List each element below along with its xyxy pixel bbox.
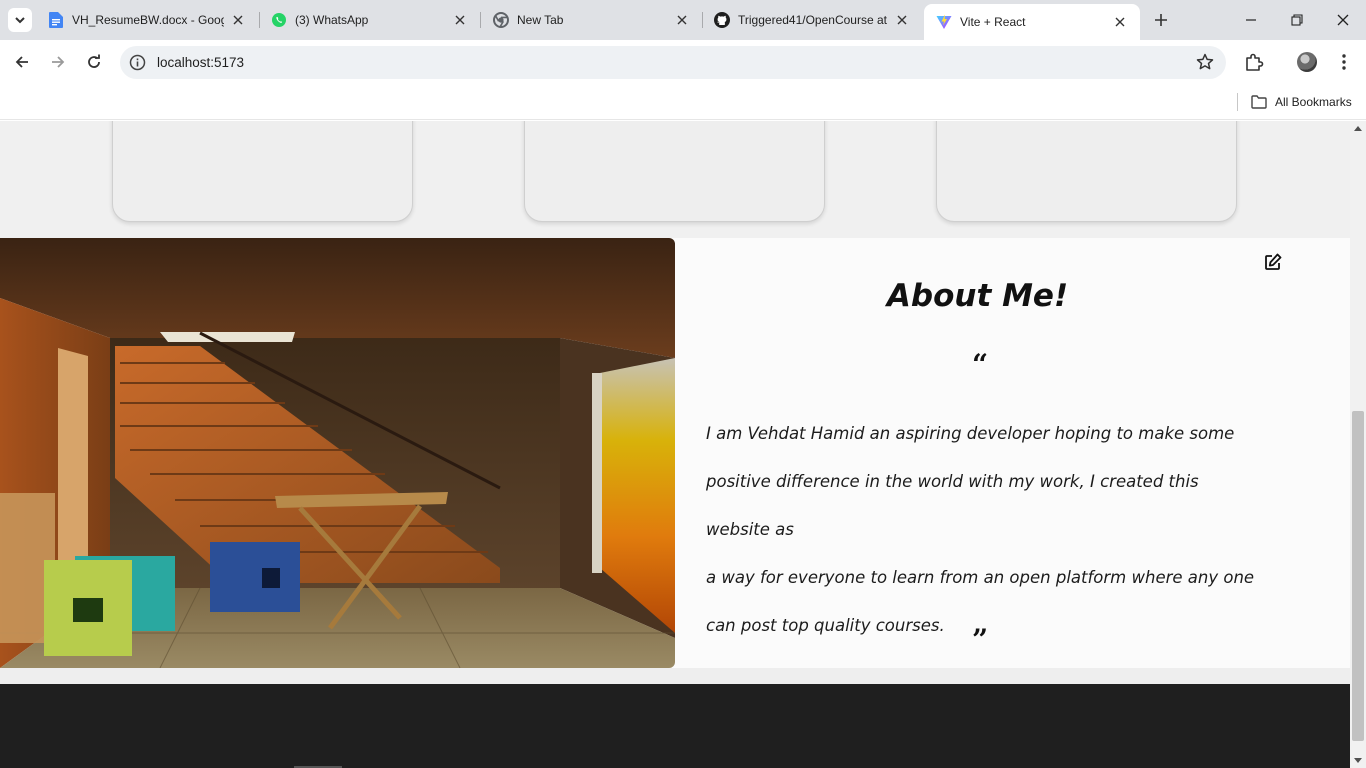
course-card[interactable]	[524, 121, 825, 222]
all-bookmarks-label: All Bookmarks	[1275, 95, 1352, 109]
tab-vite-react[interactable]: Vite + React	[924, 4, 1140, 40]
about-line: positive difference in the world with my…	[706, 472, 1199, 539]
tab-search-button[interactable]	[8, 8, 32, 32]
footer	[0, 684, 1350, 768]
plus-icon	[1155, 14, 1167, 26]
github-icon	[714, 12, 730, 28]
url-text[interactable]: localhost:5173	[157, 46, 244, 79]
tab-resume[interactable]: VH_ResumeBW.docx - Goog	[36, 0, 258, 40]
close-tab-icon[interactable]	[452, 12, 468, 28]
about-line: a way for everyone to learn from an open…	[706, 568, 1255, 587]
forward-button[interactable]	[44, 48, 72, 76]
reload-button[interactable]	[80, 48, 108, 76]
minimize-icon	[1246, 19, 1256, 21]
tab-whatsapp[interactable]: (3) WhatsApp	[259, 0, 480, 40]
close-tab-icon[interactable]	[894, 12, 910, 28]
bookmarks-bar: All Bookmarks	[0, 85, 1366, 120]
vite-icon	[936, 14, 952, 30]
google-docs-icon	[48, 12, 64, 28]
page-scrollbar[interactable]	[1350, 121, 1366, 768]
course-card[interactable]	[112, 121, 413, 222]
close-window-button[interactable]	[1320, 0, 1366, 40]
close-tab-icon[interactable]	[674, 12, 690, 28]
tab-title: VH_ResumeBW.docx - Goog	[72, 13, 224, 27]
bookmark-star-icon[interactable]	[1196, 53, 1214, 71]
section-divider	[0, 668, 1350, 684]
tab-github[interactable]: Triggered41/OpenCourse at	[702, 0, 922, 40]
page-viewport: About Me! “ I am Vehdat Hamid an aspirin…	[0, 121, 1350, 768]
extensions-button[interactable]	[1242, 50, 1266, 74]
menu-button[interactable]	[1332, 50, 1356, 74]
chevron-down-icon	[15, 17, 25, 24]
scroll-up-icon[interactable]	[1354, 125, 1362, 131]
browser-toolbar: localhost:5173	[0, 40, 1366, 85]
about-section: About Me! “ I am Vehdat Hamid an aspirin…	[0, 238, 1350, 668]
arrow-left-icon	[15, 56, 28, 68]
tab-title: (3) WhatsApp	[295, 13, 369, 27]
chrome-icon	[493, 12, 509, 28]
all-bookmarks-button[interactable]: All Bookmarks	[1251, 91, 1352, 113]
cards-row	[0, 121, 1350, 238]
tab-strip: VH_ResumeBW.docx - Goog (3) WhatsApp New…	[0, 0, 1366, 40]
close-tab-icon[interactable]	[1112, 14, 1128, 30]
quote-open-icon: “	[972, 348, 989, 381]
restore-button[interactable]	[1274, 0, 1320, 40]
about-title: About Me!	[886, 278, 1069, 314]
arrow-right-icon	[52, 56, 65, 68]
close-tab-icon[interactable]	[230, 12, 246, 28]
folder-icon	[1251, 95, 1267, 109]
tab-title: New Tab	[517, 13, 564, 27]
tab-title: Triggered41/OpenCourse at	[738, 13, 887, 27]
tab-title: Vite + React	[960, 15, 1026, 29]
close-icon	[1337, 14, 1349, 26]
edit-icon[interactable]	[1263, 252, 1283, 272]
minimize-button[interactable]	[1228, 0, 1274, 40]
info-icon[interactable]	[129, 54, 146, 71]
quote-close-icon: ”	[972, 623, 989, 656]
puzzle-icon	[1246, 53, 1264, 71]
address-bar[interactable]: localhost:5173	[120, 46, 1226, 79]
reload-icon	[88, 54, 100, 68]
about-paragraph: I am Vehdat Hamid an aspiring developer …	[706, 410, 1261, 650]
tab-new-tab[interactable]: New Tab	[481, 0, 702, 40]
course-card[interactable]	[936, 121, 1237, 222]
about-image	[0, 238, 675, 668]
restore-icon	[1291, 14, 1303, 26]
whatsapp-icon	[271, 12, 287, 28]
kebab-menu-icon	[1342, 54, 1346, 70]
scroll-down-icon[interactable]	[1354, 758, 1362, 764]
back-button[interactable]	[8, 48, 36, 76]
new-tab-button[interactable]	[1150, 9, 1172, 31]
about-line: I am Vehdat Hamid an aspiring developer …	[706, 424, 1235, 443]
scrollbar-thumb[interactable]	[1352, 411, 1364, 741]
profile-avatar[interactable]	[1297, 52, 1317, 72]
